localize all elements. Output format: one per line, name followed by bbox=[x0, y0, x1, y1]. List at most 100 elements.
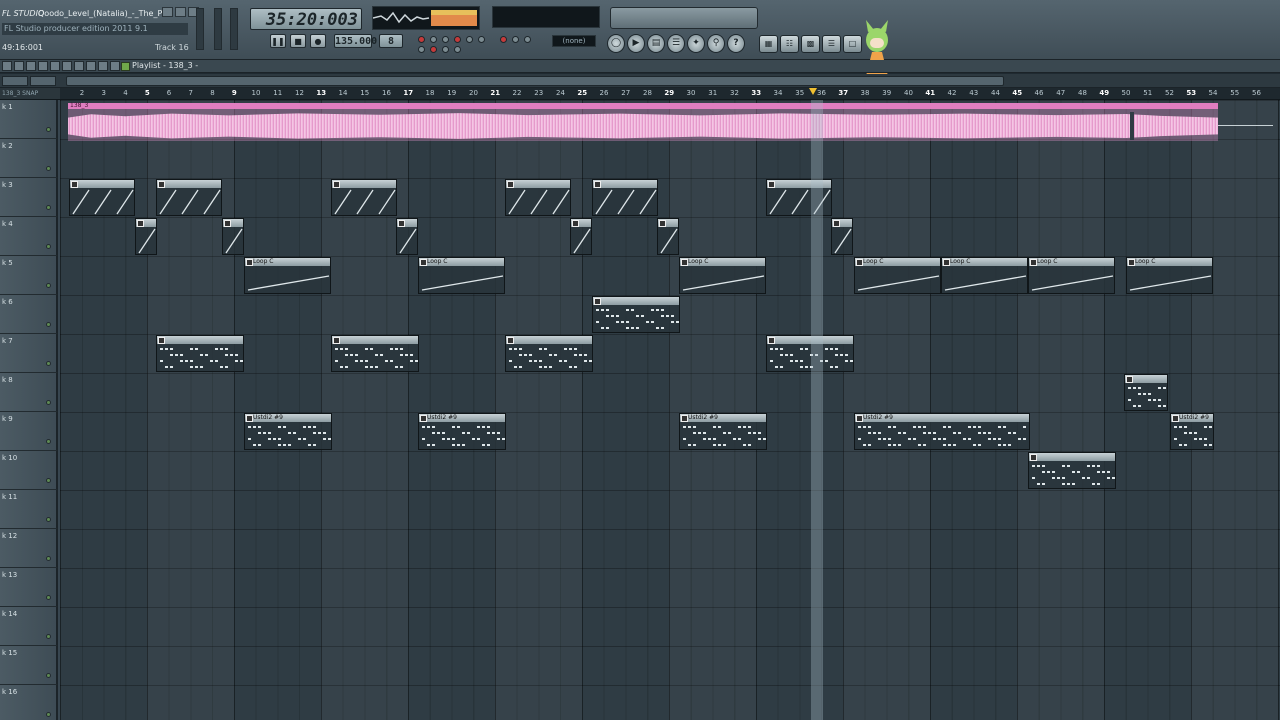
playhead-marker[interactable] bbox=[809, 88, 817, 95]
track-mute-icon[interactable] bbox=[46, 595, 51, 600]
track-mute-icon[interactable] bbox=[46, 556, 51, 561]
typing-led-icon[interactable] bbox=[418, 46, 425, 53]
track-mute-icon[interactable] bbox=[46, 712, 51, 717]
track-mute-icon[interactable] bbox=[46, 634, 51, 639]
zoom-out-button[interactable] bbox=[2, 76, 28, 86]
master-volume-slider[interactable] bbox=[196, 8, 204, 50]
track-header[interactable]: k 11 bbox=[0, 490, 58, 529]
slice-tool-icon[interactable] bbox=[62, 61, 72, 71]
loop-clip[interactable]: Loop C bbox=[244, 257, 331, 294]
paint-tool-icon[interactable] bbox=[26, 61, 36, 71]
overdub-led-icon[interactable] bbox=[454, 46, 461, 53]
mixer-window-icon[interactable]: ☰ bbox=[822, 35, 841, 53]
maximize-button[interactable] bbox=[175, 7, 186, 17]
ramp-clip[interactable] bbox=[396, 218, 418, 255]
wait-led-icon[interactable] bbox=[478, 36, 485, 43]
mixer-led-icon[interactable] bbox=[500, 36, 507, 43]
minimize-button[interactable] bbox=[162, 7, 173, 17]
loop-clip[interactable]: Loop C bbox=[418, 257, 505, 294]
loop-led-icon[interactable] bbox=[466, 36, 473, 43]
browser-icon[interactable]: □ bbox=[843, 35, 862, 53]
track-header[interactable]: k 13 bbox=[0, 568, 58, 607]
master-pitch-slider[interactable] bbox=[214, 8, 222, 50]
preset-selector[interactable]: (none) bbox=[552, 35, 596, 47]
ramp-clip[interactable] bbox=[831, 218, 853, 255]
piano-led-icon[interactable] bbox=[524, 36, 531, 43]
notes-clip[interactable] bbox=[331, 335, 419, 372]
track-mute-icon[interactable] bbox=[46, 400, 51, 405]
track-mute-icon[interactable] bbox=[46, 166, 51, 171]
track-mute-icon[interactable] bbox=[46, 322, 51, 327]
track-header[interactable]: k 1 bbox=[0, 100, 58, 139]
time-display[interactable]: 35:20:003 bbox=[250, 8, 362, 30]
notes-clip[interactable] bbox=[592, 296, 680, 333]
play-button[interactable]: ❚❚ bbox=[270, 34, 286, 48]
ramp-clip[interactable] bbox=[135, 218, 157, 255]
ramp-clip[interactable] bbox=[222, 218, 244, 255]
timeline-ruler[interactable]: 2 3 4 5 6 7 8 9 10 11 12 13 14 15 16 17 18 19 20 21 22 23 24 25… bbox=[60, 88, 1280, 100]
ramp-clip[interactable] bbox=[156, 179, 222, 216]
track-header[interactable]: k 9 bbox=[0, 412, 58, 451]
delete-tool-icon[interactable] bbox=[38, 61, 48, 71]
pattern-display[interactable]: 8 bbox=[379, 34, 403, 48]
track-header[interactable]: k 8 bbox=[0, 373, 58, 412]
step-sequencer-icon[interactable]: ▩ bbox=[801, 35, 820, 53]
help-icon[interactable]: ? bbox=[727, 34, 745, 53]
pattern-clip[interactable]: Ustdi2 #9 bbox=[854, 413, 1030, 450]
piano-roll-icon[interactable]: ☷ bbox=[780, 35, 799, 53]
tools-icon[interactable]: ✦ bbox=[687, 34, 705, 53]
playback-tool-icon[interactable] bbox=[98, 61, 108, 71]
channel-rack-icon[interactable]: ▦ bbox=[759, 35, 778, 53]
track-mute-icon[interactable] bbox=[46, 205, 51, 210]
track-header[interactable]: k 10 bbox=[0, 451, 58, 490]
pattern-clip[interactable]: Ustdi2 #9 bbox=[418, 413, 506, 450]
tempo-display[interactable]: 135.000 bbox=[334, 34, 377, 48]
select-tool-icon[interactable] bbox=[74, 61, 84, 71]
pattern-clip[interactable]: Ustdi2 #9 bbox=[679, 413, 767, 450]
search-icon[interactable]: ⚲ bbox=[707, 34, 725, 53]
metronome-led-icon[interactable] bbox=[430, 36, 437, 43]
step-led-icon[interactable] bbox=[454, 36, 461, 43]
notes-clip[interactable] bbox=[766, 335, 854, 372]
ramp-clip[interactable] bbox=[657, 218, 679, 255]
track-mute-icon[interactable] bbox=[46, 517, 51, 522]
notes-clip[interactable] bbox=[1028, 452, 1116, 489]
loop-clip[interactable]: Loop C bbox=[679, 257, 766, 294]
menu-icon[interactable] bbox=[2, 61, 12, 71]
master-pan-slider[interactable] bbox=[230, 8, 238, 50]
record-led-icon[interactable] bbox=[418, 36, 425, 43]
track-header[interactable]: k 12 bbox=[0, 529, 58, 568]
playlist-icon[interactable]: ▤ bbox=[647, 34, 665, 53]
ramp-clip[interactable] bbox=[592, 179, 658, 216]
horizontal-scrollbar[interactable] bbox=[66, 76, 1004, 86]
track-mute-icon[interactable] bbox=[46, 673, 51, 678]
track-header[interactable]: k 7 bbox=[0, 334, 58, 373]
track-mute-icon[interactable] bbox=[46, 439, 51, 444]
stop-button[interactable]: ■ bbox=[290, 34, 306, 48]
track-mute-icon[interactable] bbox=[46, 478, 51, 483]
snap-led-icon[interactable] bbox=[430, 46, 437, 53]
loop-clip[interactable]: Loop C bbox=[1028, 257, 1115, 294]
track-header[interactable]: k 14 bbox=[0, 607, 58, 646]
steps-led-icon[interactable] bbox=[512, 36, 519, 43]
loop-clip[interactable]: Loop C bbox=[1126, 257, 1213, 294]
track-header[interactable]: k 3 bbox=[0, 178, 58, 217]
notes-clip[interactable] bbox=[1124, 374, 1168, 411]
notes-clip[interactable] bbox=[156, 335, 244, 372]
snap-icon[interactable] bbox=[110, 61, 120, 71]
audio-clip[interactable]: 138_3 bbox=[68, 103, 1273, 141]
countdown-led-icon[interactable] bbox=[442, 46, 449, 53]
loop-clip[interactable]: Loop C bbox=[854, 257, 941, 294]
song-icon[interactable]: ▶ bbox=[627, 34, 645, 53]
track-mute-icon[interactable] bbox=[46, 127, 51, 132]
pattern-clip[interactable]: Ustdi2 #9 bbox=[1170, 413, 1214, 450]
record-button[interactable]: ● bbox=[310, 34, 326, 48]
mixer-icon[interactable]: ☰ bbox=[667, 34, 685, 53]
notes-clip[interactable] bbox=[505, 335, 593, 372]
ramp-clip[interactable] bbox=[331, 179, 397, 216]
pattern-clip[interactable]: Ustdi2 #9 bbox=[244, 413, 332, 450]
track-header[interactable]: k 4 bbox=[0, 217, 58, 256]
ramp-clip[interactable] bbox=[69, 179, 135, 216]
zoom-tool-icon[interactable] bbox=[86, 61, 96, 71]
ramp-clip[interactable] bbox=[570, 218, 592, 255]
